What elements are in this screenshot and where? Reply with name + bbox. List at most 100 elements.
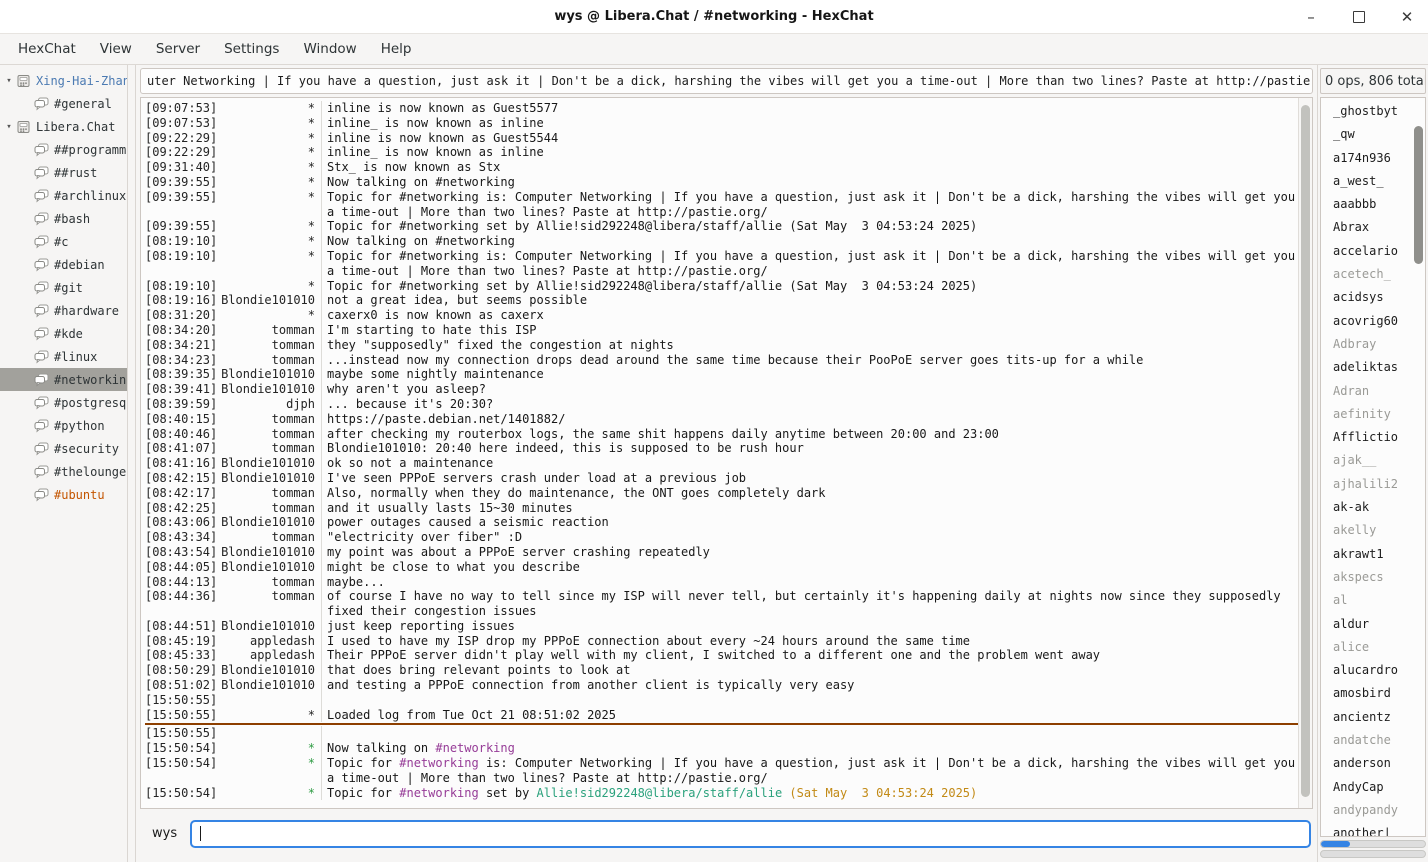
server-tree-scrollbar[interactable]	[128, 65, 136, 862]
timestamp: [08:39:41]	[145, 382, 219, 397]
chat-line: [08:43:34]tomman"electricity over fiber"…	[145, 530, 1298, 545]
chat-line: [08:43:06]Blondie101010power outages cau…	[145, 515, 1298, 530]
channel-row-python[interactable]: #python	[0, 414, 127, 437]
chat-line: [08:40:15]tommanhttps://paste.debian.net…	[145, 412, 1298, 427]
message-text: Also, normally when they do maintenance,…	[327, 486, 826, 500]
main-area: ▾Xing-Hai-Zhan#general▾Libera.Chat##prog…	[0, 65, 1428, 862]
message-text: why aren't you asleep?	[327, 382, 486, 396]
timestamp: [08:43:54]	[145, 545, 219, 560]
message: "electricity over fiber" :D	[321, 530, 1298, 545]
message-input[interactable]	[190, 820, 1311, 848]
chat-line: [08:44:51]Blondie101010just keep reporti…	[145, 619, 1298, 634]
chat-line: [15:50:55]	[145, 726, 1298, 741]
nick: *	[219, 708, 315, 723]
timestamp: [08:45:19]	[145, 634, 219, 649]
menubar: HexChatViewServerSettingsWindowHelp	[0, 34, 1428, 65]
channel-row-hardware[interactable]: #hardware	[0, 299, 127, 322]
menu-item-hexchat[interactable]: HexChat	[6, 34, 88, 64]
nick: Blondie101010	[219, 456, 315, 471]
message-text: Topic for	[327, 786, 399, 800]
channel-row-general[interactable]: #general	[0, 92, 127, 115]
timestamp: [08:42:15]	[145, 471, 219, 486]
nick: tomman	[219, 353, 315, 368]
message: might be close to what you describe	[321, 560, 1298, 575]
chat-line: [09:31:40]*Stx_ is now known as Stx	[145, 160, 1298, 175]
message: inline is now known as Guest5577	[321, 101, 1298, 116]
nick: Blondie101010	[219, 663, 315, 678]
message: and testing a PPPoE connection from anot…	[321, 678, 1298, 693]
chat-line: [09:39:55]*Now talking on #networking	[145, 175, 1298, 190]
nick: djph	[219, 397, 315, 412]
chat-line: [15:50:55]	[145, 693, 1298, 708]
channel-row-ubuntu[interactable]: #ubuntu	[0, 483, 127, 506]
topic-input[interactable]: uter Networking | If you have a question…	[140, 68, 1313, 94]
window-controls: – ✕	[1302, 0, 1416, 33]
channel-row-security[interactable]: #security	[0, 437, 127, 460]
message: I used to have my ISP drop my PPPoE conn…	[321, 634, 1298, 649]
menu-item-settings[interactable]: Settings	[212, 34, 291, 64]
unread-marker-line	[145, 723, 1298, 725]
message: Blondie101010: 20:40 here indeed, this i…	[321, 441, 1298, 456]
url-link[interactable]: https://paste.debian.net/1401882/	[327, 412, 565, 426]
nick: *	[219, 131, 315, 146]
server-row-libera-chat[interactable]: ▾Libera.Chat	[0, 115, 127, 138]
message: Topic for #networking is: Computer Netwo…	[321, 249, 1298, 279]
channel-row-rust[interactable]: ##rust	[0, 161, 127, 184]
chat-line: [08:44:13]tommanmaybe...	[145, 575, 1298, 590]
chat-line: [08:19:10]*Topic for #networking is: Com…	[145, 249, 1298, 279]
message-text: I used to have my ISP drop my PPPoE conn…	[327, 634, 970, 648]
timestamp: [09:39:55]	[145, 219, 219, 234]
message-text: Now talking on	[327, 741, 435, 755]
menu-item-window[interactable]: Window	[291, 34, 368, 64]
channel-row-networking[interactable]: #networking	[0, 368, 127, 391]
timestamp: [08:40:46]	[145, 427, 219, 442]
channel-icon	[34, 488, 49, 502]
menu-item-help[interactable]: Help	[369, 34, 424, 64]
channel-row-git[interactable]: #git	[0, 276, 127, 299]
menu-item-view[interactable]: View	[88, 34, 144, 64]
message-text: Topic for	[327, 756, 399, 770]
nick: appledash	[219, 634, 315, 649]
timestamp: [08:34:21]	[145, 338, 219, 353]
timestamp: [15:50:54]	[145, 741, 219, 756]
channel-row-debian[interactable]: #debian	[0, 253, 127, 276]
message: inline_ is now known as inline	[321, 116, 1298, 131]
channel-row-thelounge[interactable]: #thelounge	[0, 460, 127, 483]
message: I'm starting to hate this ISP	[321, 323, 1298, 338]
maximize-button[interactable]	[1350, 8, 1368, 26]
server-row-xing-hai-zhan[interactable]: ▾Xing-Hai-Zhan	[0, 69, 127, 92]
message: that does bring relevant points to look …	[321, 663, 1298, 678]
chat-scrollbar-thumb[interactable]	[1301, 105, 1310, 797]
message-text: I'm starting to hate this ISP	[327, 323, 537, 337]
throttle-meter	[1320, 850, 1426, 858]
message: Topic for #networking set by Allie!sid29…	[321, 279, 1298, 294]
timestamp: [09:07:53]	[145, 101, 219, 116]
nick: *	[219, 279, 315, 294]
close-button[interactable]: ✕	[1398, 8, 1416, 26]
menu-item-server[interactable]: Server	[144, 34, 212, 64]
chat-line: [08:45:19]appledash I used to have my ISP…	[145, 634, 1298, 649]
channel-row-bash[interactable]: #bash	[0, 207, 127, 230]
nick: appledash	[219, 648, 315, 663]
channel-row-c[interactable]: #c	[0, 230, 127, 253]
userlist-scrollbar-thumb[interactable]	[1414, 126, 1423, 264]
chat-log: [09:07:53]*inline is now known as Guest5…	[141, 98, 1298, 808]
channel-row-postgresql[interactable]: #postgresql	[0, 391, 127, 414]
chat-line: [09:07:53]*inline is now known as Guest5…	[145, 101, 1298, 116]
chat-line: [08:19:10]*Now talking on #networking	[145, 234, 1298, 249]
userlist-scrollbar[interactable]	[1412, 98, 1425, 836]
message-text: of course I have no way to tell since my…	[327, 589, 1288, 618]
message-text: inline is now known as Guest5544	[327, 131, 558, 145]
lag-meter-fill	[1321, 841, 1350, 847]
channel-row-archlinux[interactable]: #archlinux	[0, 184, 127, 207]
minimize-button[interactable]: –	[1302, 8, 1320, 26]
channel-row-programming[interactable]: ##programming	[0, 138, 127, 161]
message-text: just keep reporting issues	[327, 619, 515, 633]
nick: tomman	[219, 501, 315, 516]
chat-line: [08:34:23]tomman...instead now my connec…	[145, 353, 1298, 368]
channel-row-kde[interactable]: #kde	[0, 322, 127, 345]
message-text: maybe...	[327, 575, 385, 589]
chat-scrollbar[interactable]	[1298, 98, 1312, 808]
channel-row-linux[interactable]: #linux	[0, 345, 127, 368]
message-text: #networking	[399, 756, 478, 770]
